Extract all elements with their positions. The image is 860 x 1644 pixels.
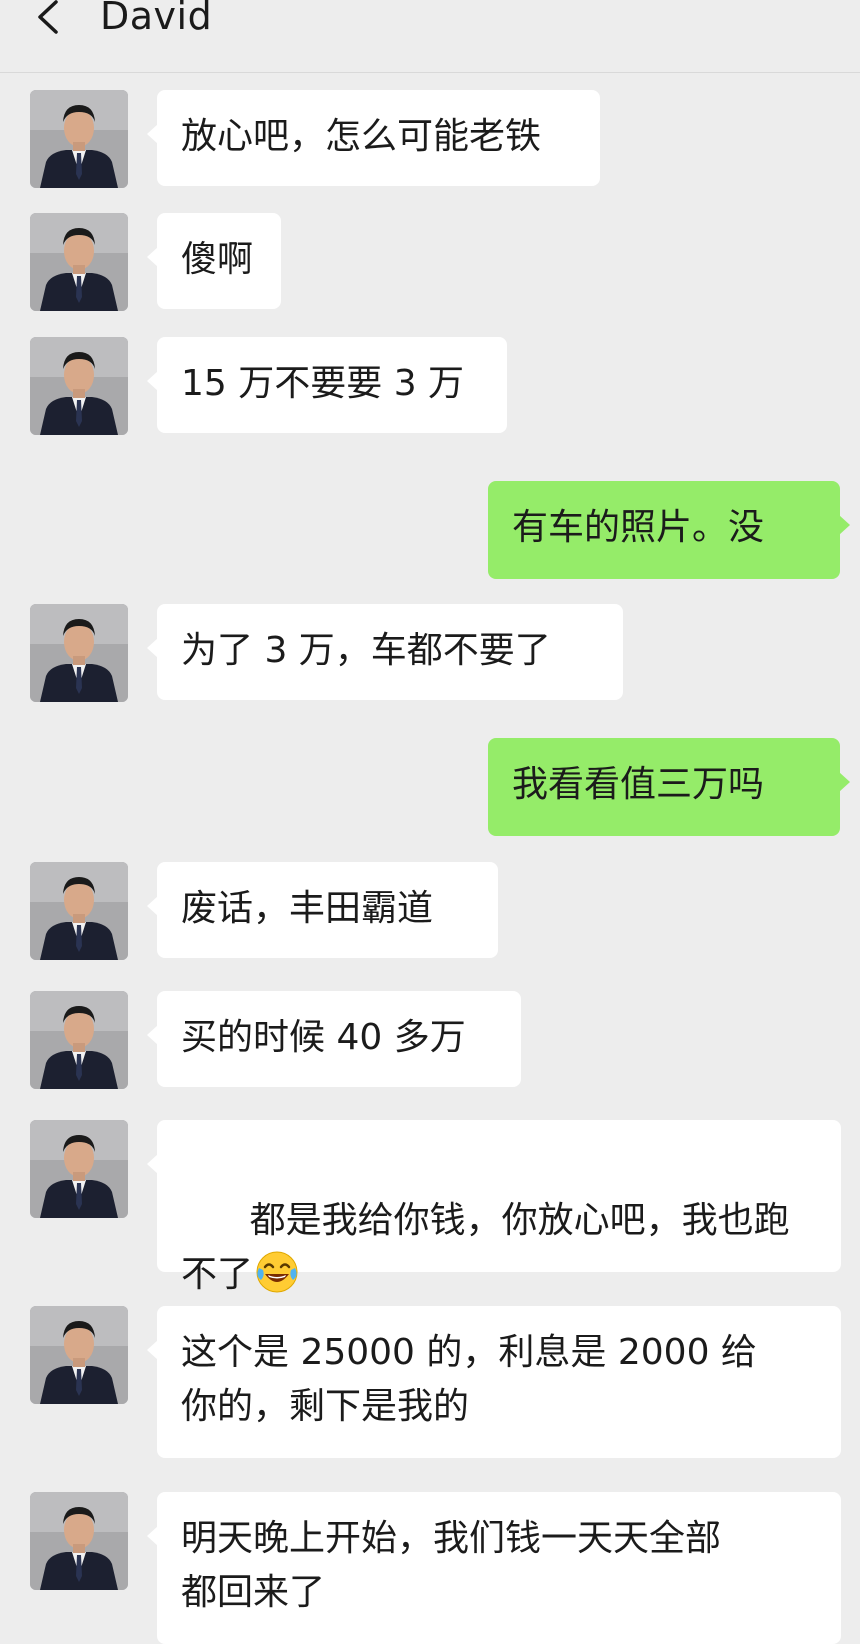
avatar[interactable] — [30, 1492, 128, 1590]
message-bubble[interactable]: 我看看值三万吗 — [488, 738, 850, 836]
avatar[interactable] — [30, 1306, 128, 1404]
avatar[interactable] — [30, 604, 128, 702]
message-bubble[interactable]: 15 万不要要 3 万 — [147, 337, 507, 433]
avatar[interactable] — [30, 213, 128, 311]
chevron-left-icon — [38, 0, 58, 34]
avatar[interactable] — [30, 862, 128, 960]
message-bubble[interactable]: 放心吧，怎么可能老铁 — [147, 90, 600, 186]
message-bubble[interactable]: 明天晚上开始，我们钱一天天全部 都回来了 — [147, 1492, 841, 1644]
avatar[interactable] — [30, 90, 128, 188]
message-bubble[interactable]: 为了 3 万，车都不要了 — [147, 604, 623, 700]
chat-header: David — [0, 0, 860, 73]
avatar[interactable] — [30, 337, 128, 435]
avatar[interactable] — [30, 991, 128, 1089]
message-bubble[interactable]: 有车的照片。没 — [488, 481, 850, 579]
laughing-tears-emoji-icon — [256, 1251, 298, 1293]
back-button[interactable] — [28, 0, 72, 40]
message-bubble[interactable]: 废话，丰田霸道 — [147, 862, 498, 958]
chat-title: David — [100, 0, 213, 38]
avatar[interactable] — [30, 1120, 128, 1218]
message-bubble[interactable]: 这个是 25000 的，利息是 2000 给 你的，剩下是我的 — [147, 1306, 841, 1458]
message-bubble[interactable]: 都是我给你钱，你放心吧，我也跑 不了 — [147, 1120, 841, 1295]
message-bubble[interactable]: 买的时候 40 多万 — [147, 991, 521, 1087]
message-bubble[interactable]: 傻啊 — [147, 213, 281, 309]
